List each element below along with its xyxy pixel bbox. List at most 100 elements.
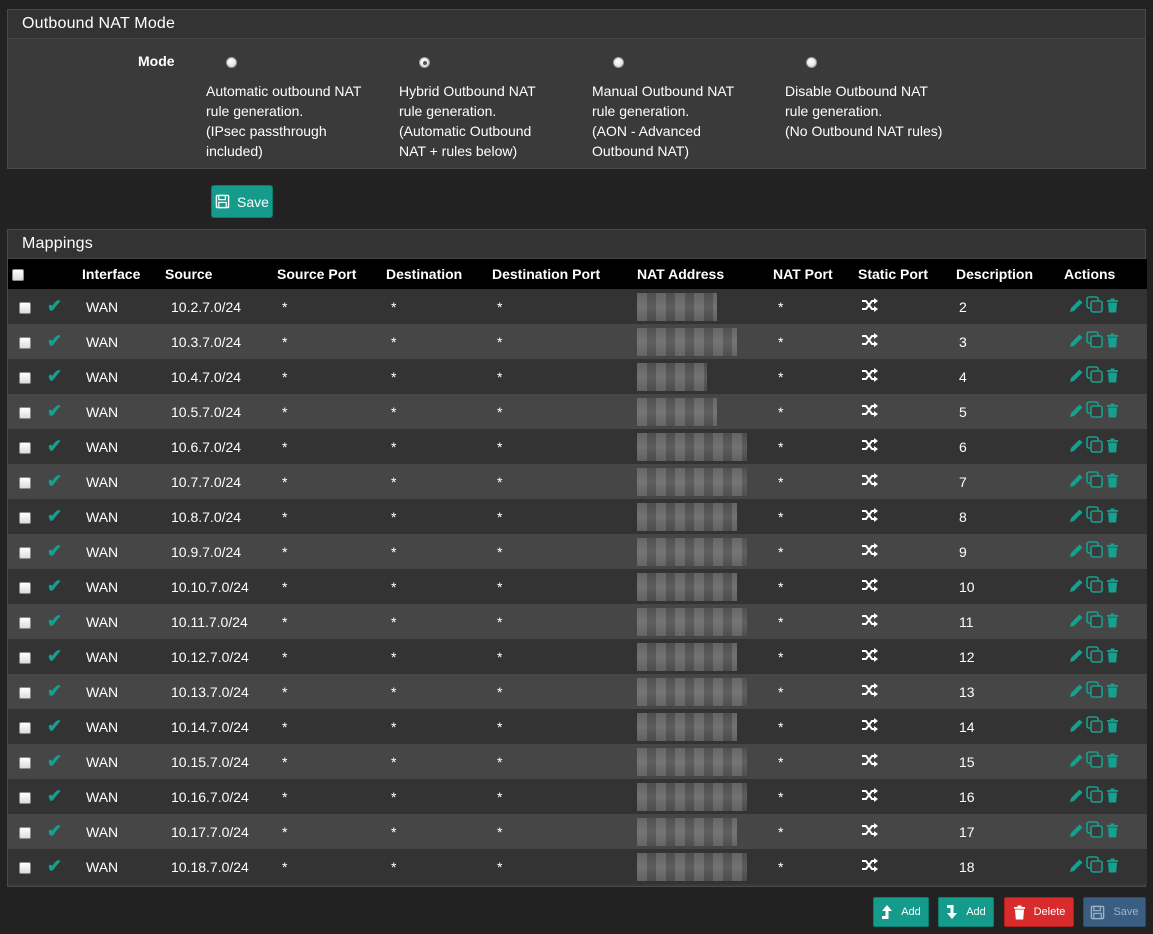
check-icon[interactable]: ✔	[47, 821, 62, 841]
pencil-icon[interactable]	[1069, 298, 1084, 316]
table-row[interactable]: ✔ WAN 10.2.7.0/24 * * * * 2	[8, 289, 1147, 324]
check-icon[interactable]: ✔	[47, 331, 62, 351]
trash-icon[interactable]	[1106, 438, 1119, 456]
trash-icon[interactable]	[1106, 543, 1119, 561]
check-icon[interactable]: ✔	[47, 541, 62, 561]
trash-icon[interactable]	[1106, 508, 1119, 526]
pencil-icon[interactable]	[1069, 613, 1084, 631]
trash-icon[interactable]	[1106, 648, 1119, 666]
pencil-icon[interactable]	[1069, 578, 1084, 596]
copy-icon[interactable]	[1086, 751, 1104, 772]
row-select-checkbox[interactable]	[19, 756, 31, 769]
row-select-checkbox[interactable]	[19, 511, 31, 524]
table-row[interactable]: ✔ WAN 10.12.7.0/24 * * * * 12	[8, 639, 1147, 674]
radio-hybrid[interactable]	[419, 57, 430, 68]
copy-icon[interactable]	[1086, 716, 1104, 737]
trash-icon[interactable]	[1106, 718, 1119, 736]
copy-icon[interactable]	[1086, 576, 1104, 597]
copy-icon[interactable]	[1086, 541, 1104, 562]
copy-icon[interactable]	[1086, 681, 1104, 702]
pencil-icon[interactable]	[1069, 683, 1084, 701]
check-icon[interactable]: ✔	[47, 751, 62, 771]
delete-button[interactable]: Delete	[1004, 897, 1074, 927]
trash-icon[interactable]	[1106, 333, 1119, 351]
trash-icon[interactable]	[1106, 613, 1119, 631]
radio-disable[interactable]	[806, 57, 817, 68]
add-rule-bottom-button[interactable]: Add	[938, 897, 994, 927]
table-row[interactable]: ✔ WAN 10.14.7.0/24 * * * * 14	[8, 709, 1147, 744]
check-icon[interactable]: ✔	[47, 436, 62, 456]
table-row[interactable]: ✔ WAN 10.4.7.0/24 * * * * 4	[8, 359, 1147, 394]
table-row[interactable]: ✔ WAN 10.10.7.0/24 * * * * 10	[8, 569, 1147, 604]
row-select-checkbox[interactable]	[19, 406, 31, 419]
check-icon[interactable]: ✔	[47, 786, 62, 806]
check-icon[interactable]: ✔	[47, 471, 62, 491]
row-select-checkbox[interactable]	[19, 651, 31, 664]
trash-icon[interactable]	[1106, 823, 1119, 841]
trash-icon[interactable]	[1106, 403, 1119, 421]
check-icon[interactable]: ✔	[47, 366, 62, 386]
trash-icon[interactable]	[1106, 578, 1119, 596]
table-row[interactable]: ✔ WAN 10.6.7.0/24 * * * * 6	[8, 429, 1147, 464]
trash-icon[interactable]	[1106, 368, 1119, 386]
check-icon[interactable]: ✔	[47, 576, 62, 596]
check-icon[interactable]: ✔	[47, 296, 62, 316]
table-row[interactable]: ✔ WAN 10.17.7.0/24 * * * * 17	[8, 814, 1147, 849]
row-select-checkbox[interactable]	[19, 616, 31, 629]
row-select-checkbox[interactable]	[19, 336, 31, 349]
add-rule-top-button[interactable]: Add	[873, 897, 929, 927]
row-select-checkbox[interactable]	[19, 441, 31, 454]
check-icon[interactable]: ✔	[47, 716, 62, 736]
copy-icon[interactable]	[1086, 506, 1104, 527]
pencil-icon[interactable]	[1069, 403, 1084, 421]
trash-icon[interactable]	[1106, 788, 1119, 806]
pencil-icon[interactable]	[1069, 648, 1084, 666]
check-icon[interactable]: ✔	[47, 646, 62, 666]
table-row[interactable]: ✔ WAN 10.8.7.0/24 * * * * 8	[8, 499, 1147, 534]
check-icon[interactable]: ✔	[47, 681, 62, 701]
table-row[interactable]: ✔ WAN 10.7.7.0/24 * * * * 7	[8, 464, 1147, 499]
pencil-icon[interactable]	[1069, 333, 1084, 351]
pencil-icon[interactable]	[1069, 718, 1084, 736]
table-row[interactable]: ✔ WAN 10.15.7.0/24 * * * * 15	[8, 744, 1147, 779]
copy-icon[interactable]	[1086, 786, 1104, 807]
copy-icon[interactable]	[1086, 611, 1104, 632]
trash-icon[interactable]	[1106, 753, 1119, 771]
pencil-icon[interactable]	[1069, 473, 1084, 491]
check-icon[interactable]: ✔	[47, 401, 62, 421]
check-icon[interactable]: ✔	[47, 856, 62, 876]
pencil-icon[interactable]	[1069, 543, 1084, 561]
copy-icon[interactable]	[1086, 401, 1104, 422]
row-select-checkbox[interactable]	[19, 301, 31, 314]
row-select-checkbox[interactable]	[19, 791, 31, 804]
row-select-checkbox[interactable]	[19, 721, 31, 734]
radio-manual[interactable]	[613, 57, 624, 68]
trash-icon[interactable]	[1106, 298, 1119, 316]
pencil-icon[interactable]	[1069, 508, 1084, 526]
pencil-icon[interactable]	[1069, 438, 1084, 456]
trash-icon[interactable]	[1106, 683, 1119, 701]
row-select-checkbox[interactable]	[19, 371, 31, 384]
copy-icon[interactable]	[1086, 436, 1104, 457]
copy-icon[interactable]	[1086, 821, 1104, 842]
pencil-icon[interactable]	[1069, 823, 1084, 841]
table-row[interactable]: ✔ WAN 10.5.7.0/24 * * * * 5	[8, 394, 1147, 429]
check-icon[interactable]: ✔	[47, 506, 62, 526]
pencil-icon[interactable]	[1069, 858, 1084, 876]
row-select-checkbox[interactable]	[19, 826, 31, 839]
save-mode-button[interactable]: Save	[211, 185, 273, 218]
pencil-icon[interactable]	[1069, 368, 1084, 386]
trash-icon[interactable]	[1106, 473, 1119, 491]
copy-icon[interactable]	[1086, 296, 1104, 317]
table-row[interactable]: ✔ WAN 10.18.7.0/24 * * * * 18	[8, 849, 1147, 884]
table-row[interactable]: ✔ WAN 10.13.7.0/24 * * * * 13	[8, 674, 1147, 709]
select-all-checkbox[interactable]	[12, 269, 24, 282]
copy-icon[interactable]	[1086, 471, 1104, 492]
copy-icon[interactable]	[1086, 856, 1104, 877]
pencil-icon[interactable]	[1069, 788, 1084, 806]
trash-icon[interactable]	[1106, 858, 1119, 876]
row-select-checkbox[interactable]	[19, 546, 31, 559]
table-row[interactable]: ✔ WAN 10.9.7.0/24 * * * * 9	[8, 534, 1147, 569]
row-select-checkbox[interactable]	[19, 861, 31, 874]
table-row[interactable]: ✔ WAN 10.16.7.0/24 * * * * 16	[8, 779, 1147, 814]
